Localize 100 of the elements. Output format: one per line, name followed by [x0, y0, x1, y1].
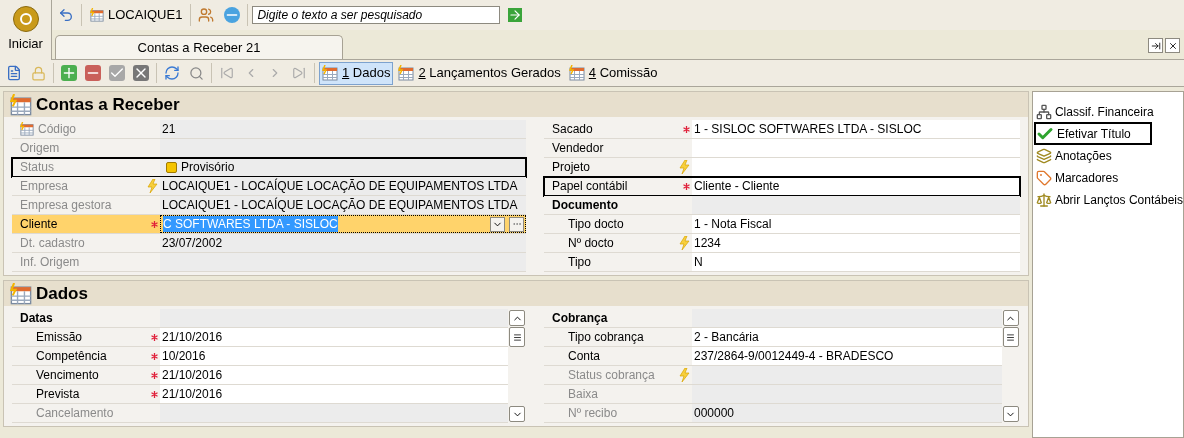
field-label: Inf. Origem [20, 254, 80, 271]
field-value-cell[interactable] [692, 158, 1020, 176]
field-value-cell[interactable]: Cliente - Cliente [692, 177, 1020, 195]
field-label: Status cobrança [568, 367, 655, 384]
view-tab[interactable]: 4 Comissão [565, 61, 661, 85]
sidebar-action-link[interactable]: Classif. Financeira [1035, 102, 1183, 121]
group-label: Documento [552, 197, 618, 214]
start-button[interactable]: Iniciar [0, 0, 52, 60]
sidebar-action-link[interactable]: Efetivar Título [1035, 124, 1150, 143]
field-label: Tipo [568, 254, 591, 271]
field-value-cell[interactable]: 10/2016 [160, 347, 508, 365]
view-tab[interactable]: 1 Dados [319, 61, 394, 85]
required-icon [151, 333, 158, 341]
field-value-cell[interactable] [692, 385, 1002, 403]
scroll-up-icon[interactable] [509, 310, 525, 326]
scroll-up-icon[interactable] [1002, 310, 1019, 326]
group-label: Datas [20, 310, 53, 327]
field-value-cell[interactable]: 1 - Nota Fiscal [692, 215, 1020, 233]
field-label: Nº docto [568, 235, 614, 252]
field-value-cell[interactable]: 23/07/2002 [160, 234, 526, 252]
field-label: Status [20, 159, 55, 176]
field-value-cell[interactable] [160, 253, 526, 271]
field-value-cell[interactable]: 21/10/2016 [160, 366, 508, 384]
field-value-cell[interactable] [160, 404, 508, 422]
scroll-down-icon[interactable] [509, 406, 525, 422]
sidebar-action-link[interactable]: Anotações [1035, 146, 1183, 165]
field-value-cell[interactable]: LOCAIQUE1 - LOCAÍQUE LOCAÇÃO DE EQUIPAMENTOS LTDA [160, 196, 526, 214]
field-label: Projeto [552, 159, 591, 176]
field-value-cell[interactable]: 2 - Bancária [692, 328, 1002, 346]
required-icon [151, 220, 158, 228]
search-field[interactable]: Digite o texto a ser pesquisado [252, 5, 501, 24]
sidebar-action-link[interactable]: Marcadores [1035, 168, 1183, 187]
field-label: Dt. cadastro [20, 235, 85, 252]
field-value-cell[interactable]: 000000 [692, 404, 1002, 422]
field-label: Prevista [36, 386, 80, 403]
required-icon [151, 390, 158, 398]
field-value-cell[interactable] [160, 139, 526, 157]
tab-table-icon [322, 65, 338, 81]
hierarchy-icon [1035, 103, 1052, 120]
field-label: Papel contábil [552, 178, 628, 195]
section-title: Contas a Receber [36, 93, 180, 116]
logo-mark-icon [18, 12, 33, 27]
tab-table-icon [568, 65, 585, 81]
field-label: Cliente [20, 216, 58, 233]
field-label: Sacado [552, 121, 593, 138]
close-icon[interactable] [1165, 38, 1180, 53]
field-value-cell[interactable]: Provisório [160, 158, 526, 176]
scrollbar[interactable] [508, 309, 526, 423]
document-tab[interactable]: Contas a Receber 21 [55, 35, 343, 59]
key-table-icon [20, 122, 34, 136]
required-icon [151, 352, 158, 360]
field-label: Competência [36, 348, 107, 365]
remove-icon[interactable] [82, 62, 104, 84]
field-label: Origem [20, 140, 60, 157]
field-value-cell[interactable] [692, 139, 1020, 157]
lightning-icon [147, 179, 158, 193]
tag-icon [1035, 169, 1052, 186]
confirm-icon[interactable] [106, 62, 128, 84]
field-label: Vencimento [36, 367, 99, 384]
cancel-icon[interactable] [130, 62, 152, 84]
field-value-cell[interactable] [692, 366, 1002, 384]
lightning-icon [679, 236, 690, 250]
required-icon [151, 371, 158, 379]
company-button[interactable]: LOCAIQUE1 [86, 3, 187, 26]
field-label: Nº recibo [568, 405, 618, 422]
field-value-cell[interactable]: 21 [160, 120, 526, 138]
tab-table-icon [398, 65, 415, 81]
field-label: Vendedor [552, 140, 604, 157]
field-label: Cancelamento [36, 405, 114, 422]
required-icon [683, 125, 690, 133]
dock-icon[interactable] [1148, 38, 1163, 53]
field-value-cell[interactable]: 1234 [692, 234, 1020, 252]
field-value-cell[interactable]: 21/10/2016 [160, 328, 508, 346]
required-icon [683, 182, 690, 190]
ellipsis-button[interactable] [509, 216, 524, 232]
sidebar-action-link[interactable]: Abrir Lançtos Contábeis [1035, 190, 1183, 209]
grid-icon [90, 7, 104, 22]
notes-stack-icon [1035, 147, 1052, 164]
field-value-cell[interactable]: 1 - SISLOC SOFTWARES LTDA - SISLOC [692, 120, 1020, 138]
field-value-cell[interactable]: 237/2864-9/0012449-4 - BRADESCO [692, 347, 1002, 365]
scroll-thumb[interactable] [1002, 327, 1019, 347]
group-label: Cobrança [552, 310, 608, 327]
add-icon[interactable] [58, 62, 80, 84]
field-value-cell[interactable]: LOCAIQUE1 - LOCAÍQUE LOCAÇÃO DE EQUIPAMENTOS LTDA [160, 177, 526, 195]
dropdown-button[interactable] [490, 216, 505, 232]
scroll-thumb[interactable] [509, 327, 525, 347]
lightning-icon [679, 160, 690, 174]
lightning-icon [679, 368, 690, 382]
field-label: Emissão [36, 329, 82, 346]
section-table-icon [10, 93, 32, 116]
section-title: Dados [36, 282, 88, 305]
field-label: Empresa gestora [20, 197, 112, 214]
field-value-cell[interactable]: 21/10/2016 [160, 385, 508, 403]
view-tab[interactable]: 2 Lançamentos Gerados [395, 61, 564, 85]
field-label: Tipo cobrança [568, 329, 644, 346]
scroll-down-icon[interactable] [1002, 406, 1019, 422]
field-label: Tipo docto [568, 216, 624, 233]
field-label: Empresa [20, 178, 69, 195]
field-value-cell[interactable]: N [692, 253, 1020, 271]
field-label: Código [38, 121, 77, 138]
